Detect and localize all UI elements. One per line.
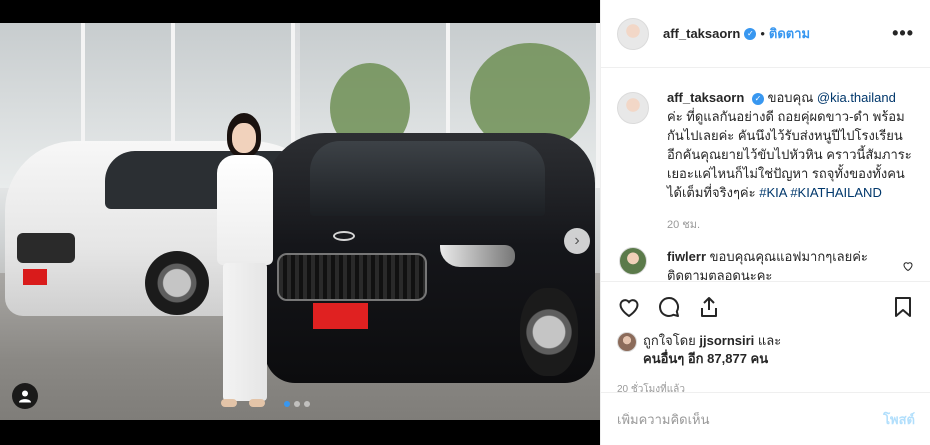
bookmark-icon[interactable] <box>891 295 915 319</box>
avatar[interactable] <box>619 247 647 275</box>
liker-username[interactable]: jjsornsiri <box>699 333 754 348</box>
caption-prefix: ขอบคุณ <box>767 90 817 105</box>
verified-badge-icon: ✓ <box>751 92 764 105</box>
post-header: aff_taksaorn ✓ • ติดตาม ••• <box>601 0 930 68</box>
comment-input[interactable] <box>617 411 884 427</box>
likes-middle: และ <box>754 333 782 348</box>
comment-username[interactable]: fiwlerr <box>667 249 706 264</box>
photo-pane: › <box>0 0 600 445</box>
post-photo[interactable]: › <box>0 23 600 420</box>
mention-link[interactable]: @kia.thailand <box>817 90 896 105</box>
carousel-dot <box>294 401 300 407</box>
share-icon[interactable] <box>697 295 721 319</box>
user-tag-icon[interactable] <box>12 383 38 409</box>
comment-icon[interactable] <box>657 295 681 319</box>
likes-count[interactable]: คนอื่นๆ อีก 87,877 คน <box>643 351 768 366</box>
likes-prefix: ถูกใจโดย <box>643 333 700 348</box>
follow-button[interactable]: ติดตาม <box>769 23 810 44</box>
avatar[interactable] <box>617 332 637 352</box>
carousel-dot <box>284 401 290 407</box>
heart-icon[interactable] <box>617 295 641 319</box>
more-options-icon[interactable]: ••• <box>892 23 914 44</box>
comments-list[interactable]: aff_taksaorn ✓ ขอบคุณ @kia.thailand ค่ะ … <box>601 68 930 280</box>
carousel-dot <box>304 401 310 407</box>
hashtag-link[interactable]: #KIA <box>759 185 786 200</box>
person-figure <box>205 113 285 413</box>
post-side-panel: aff_taksaorn ✓ • ติดตาม ••• aff_taksaorn… <box>600 0 930 445</box>
post-comment-button[interactable]: โพสต์ <box>883 409 915 430</box>
add-comment-bar: โพสต์ <box>601 392 930 445</box>
verified-badge-icon: ✓ <box>744 27 757 40</box>
caption-username[interactable]: aff_taksaorn <box>667 90 744 105</box>
avatar[interactable] <box>617 92 649 124</box>
separator-dot: • <box>760 26 765 41</box>
avatar[interactable] <box>617 17 649 50</box>
carousel-indicator <box>284 401 310 407</box>
black-car <box>265 133 595 383</box>
likes-summary: ถูกใจโดย jjsornsiri และ คนอื่นๆ อีก 87,8… <box>617 332 915 368</box>
caption: aff_taksaorn ✓ ขอบคุณ @kia.thailand ค่ะ … <box>617 88 914 235</box>
hashtag-link[interactable]: #KIATHAILAND <box>790 185 882 200</box>
post-username[interactable]: aff_taksaorn <box>663 26 740 41</box>
list-item: fiwlerr ขอบคุณคุณแอฟมากๆเลยค่ะ ติดตามตลอ… <box>617 247 914 280</box>
heart-icon[interactable] <box>902 247 914 280</box>
caption-time: 20 ชม. <box>667 219 701 231</box>
chevron-right-icon[interactable]: › <box>564 228 590 254</box>
kia-logo <box>333 231 355 241</box>
post-actions: ถูกใจโดย jjsornsiri และ คนอื่นๆ อีก 87,8… <box>601 281 930 397</box>
